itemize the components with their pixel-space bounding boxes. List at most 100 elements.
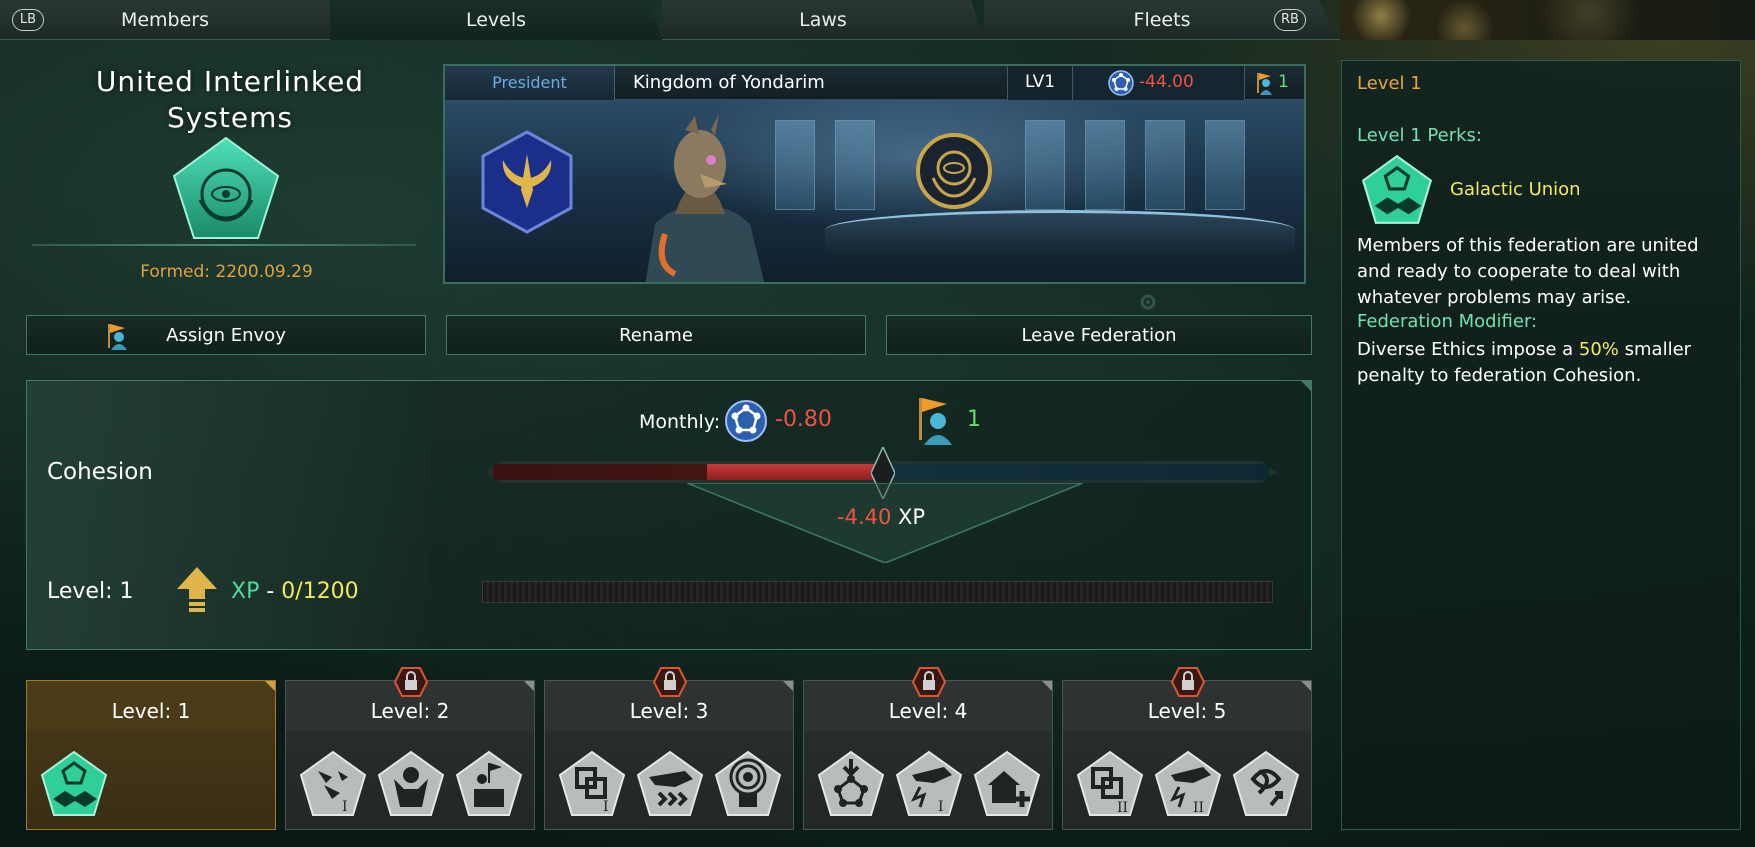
formed-date: Formed: 2200.09.29 xyxy=(140,262,313,282)
chamber-window xyxy=(1025,120,1065,210)
detail-perk-description: Members of this federation are united an… xyxy=(1357,235,1699,308)
chamber-window xyxy=(835,120,875,210)
federation-name: United Interlinked Systems xyxy=(40,64,420,136)
galactic-union-icon[interactable] xyxy=(39,749,109,819)
fleet-i-icon[interactable]: I xyxy=(298,749,368,819)
card-corner xyxy=(1301,681,1311,691)
leave-federation-label: Leave Federation xyxy=(1021,324,1177,346)
level-card-1[interactable]: Level: 1 xyxy=(26,680,276,830)
tab-levels[interactable]: Levels xyxy=(330,0,662,40)
xp-progress-text: XP - 0/1200 xyxy=(231,579,359,604)
rename-button[interactable]: Rename xyxy=(446,315,866,355)
leave-federation-button[interactable]: Leave Federation xyxy=(886,315,1312,355)
level-card-3[interactable]: Level: 3 I xyxy=(544,667,794,830)
xp-value: 0/1200 xyxy=(281,579,359,604)
xp-change: -4.40 XP xyxy=(837,505,925,529)
lock-icon xyxy=(394,667,428,697)
cohesion-icon xyxy=(725,400,767,442)
assign-envoy-label: Assign Envoy xyxy=(166,324,286,346)
level-card-title: Level: 2 xyxy=(370,699,450,723)
podium-icon[interactable] xyxy=(454,749,524,819)
link-ii-icon[interactable]: II xyxy=(1075,749,1145,819)
modifier-highlight: 50% xyxy=(1578,339,1619,360)
detail-modifier-title: Federation Modifier: xyxy=(1357,311,1538,332)
level-card-2[interactable]: Level: 2 I xyxy=(285,667,535,830)
xp-progress-bar xyxy=(482,581,1273,603)
card-corner xyxy=(1042,681,1052,691)
president-header: President Kingdom of Yondarim LV1 -44.00… xyxy=(445,66,1304,100)
panel-corner xyxy=(1301,381,1311,391)
person-icon[interactable] xyxy=(376,749,446,819)
perk-detail-panel: Level 1 Level 1 Perks: Galactic Union Me… xyxy=(1341,60,1741,830)
council-table xyxy=(825,210,1295,260)
council-chamber-image xyxy=(445,100,1304,282)
detail-perk-name: Galactic Union xyxy=(1450,179,1581,200)
detail-perks-title: Level 1 Perks: xyxy=(1357,125,1482,146)
chamber-window xyxy=(1205,120,1245,210)
level-up-arrow-icon xyxy=(177,567,217,612)
chamber-window xyxy=(1085,120,1125,210)
cohesion-icon xyxy=(1108,70,1134,96)
xp-label: XP xyxy=(231,579,260,604)
broadcast-icon[interactable] xyxy=(713,749,783,819)
modifier-text-pre: Diverse Ethics impose a xyxy=(1357,339,1579,360)
envoy-icon xyxy=(1257,73,1272,95)
tab-bar: Members Levels Laws Fleets LB RB xyxy=(0,0,1340,40)
cohesion-label: Cohesion xyxy=(47,459,153,485)
level-card-title: Level: 1 xyxy=(111,699,191,723)
svg-text:I: I xyxy=(603,799,609,815)
gear-icon xyxy=(1140,294,1156,310)
tab-label: Fleets xyxy=(1133,8,1191,31)
network-down-icon[interactable] xyxy=(816,749,886,819)
monthly-cohesion-value: -0.80 xyxy=(775,407,832,432)
president-title: President xyxy=(445,66,615,100)
ship-speed-icon[interactable] xyxy=(635,749,705,819)
galactic-union-icon xyxy=(1361,154,1433,224)
federation-name-line1: United Interlinked xyxy=(95,65,365,98)
cohesion-panel: Cohesion Monthly: -0.80 1 -4.40 XP Level… xyxy=(26,380,1312,650)
lock-icon xyxy=(912,667,946,697)
level-label: Level: 1 xyxy=(47,579,134,604)
lock-icon xyxy=(1171,667,1205,697)
tab-laws[interactable]: Laws xyxy=(662,0,984,40)
house-plus-icon[interactable] xyxy=(972,749,1042,819)
monthly-label: Monthly: xyxy=(639,411,721,433)
president-empire-name: Kingdom of Yondarim xyxy=(633,72,825,93)
link-i-icon[interactable]: I xyxy=(557,749,627,819)
detail-modifier-text: Diverse Ethics impose a 50% smaller pena… xyxy=(1357,337,1732,389)
knot-growth-icon[interactable] xyxy=(1231,749,1301,819)
ship-strike-ii-icon[interactable]: II xyxy=(1153,749,1223,819)
federation-name-line2: Systems xyxy=(167,101,293,134)
level-card-5[interactable]: Level: 5 II II xyxy=(1062,667,1312,830)
rename-label: Rename xyxy=(619,324,693,346)
level-card-title: Level: 5 xyxy=(1147,699,1227,723)
president-card[interactable]: President Kingdom of Yondarim LV1 -44.00… xyxy=(443,64,1306,284)
tab-label: Members xyxy=(120,8,210,31)
xp-change-value: -4.40 xyxy=(837,505,892,529)
rb-button-hint[interactable]: RB xyxy=(1274,9,1306,31)
card-corner xyxy=(265,681,275,691)
level-card-title: Level: 3 xyxy=(629,699,709,723)
svg-text:I: I xyxy=(342,799,348,815)
empire-crest-icon xyxy=(481,130,573,234)
tab-label: Levels xyxy=(465,9,527,31)
detail-level-title: Level 1 xyxy=(1357,73,1422,94)
level-card-4[interactable]: Level: 4 I xyxy=(803,667,1053,830)
xp-change-unit: XP xyxy=(898,505,926,529)
lock-icon xyxy=(653,667,687,697)
assign-envoy-button[interactable]: Assign Envoy xyxy=(26,315,426,355)
president-envoys: 1 xyxy=(1245,66,1304,100)
president-portrait-image xyxy=(645,114,765,282)
space-backdrop xyxy=(1340,0,1755,40)
envoy-icon xyxy=(108,324,127,350)
council-seal-icon xyxy=(916,133,992,209)
tab-members[interactable]: Members xyxy=(0,0,330,40)
cohesion-bar-fill xyxy=(707,464,876,480)
svg-text:II: II xyxy=(1117,800,1128,816)
cohesion-bar-positive-track xyxy=(880,464,1269,480)
level-card-title: Level: 4 xyxy=(888,699,968,723)
lb-button-hint[interactable]: LB xyxy=(12,9,44,31)
xp-separator: - xyxy=(259,579,282,604)
ship-strike-i-icon[interactable]: I xyxy=(894,749,964,819)
svg-text:I: I xyxy=(938,799,944,815)
